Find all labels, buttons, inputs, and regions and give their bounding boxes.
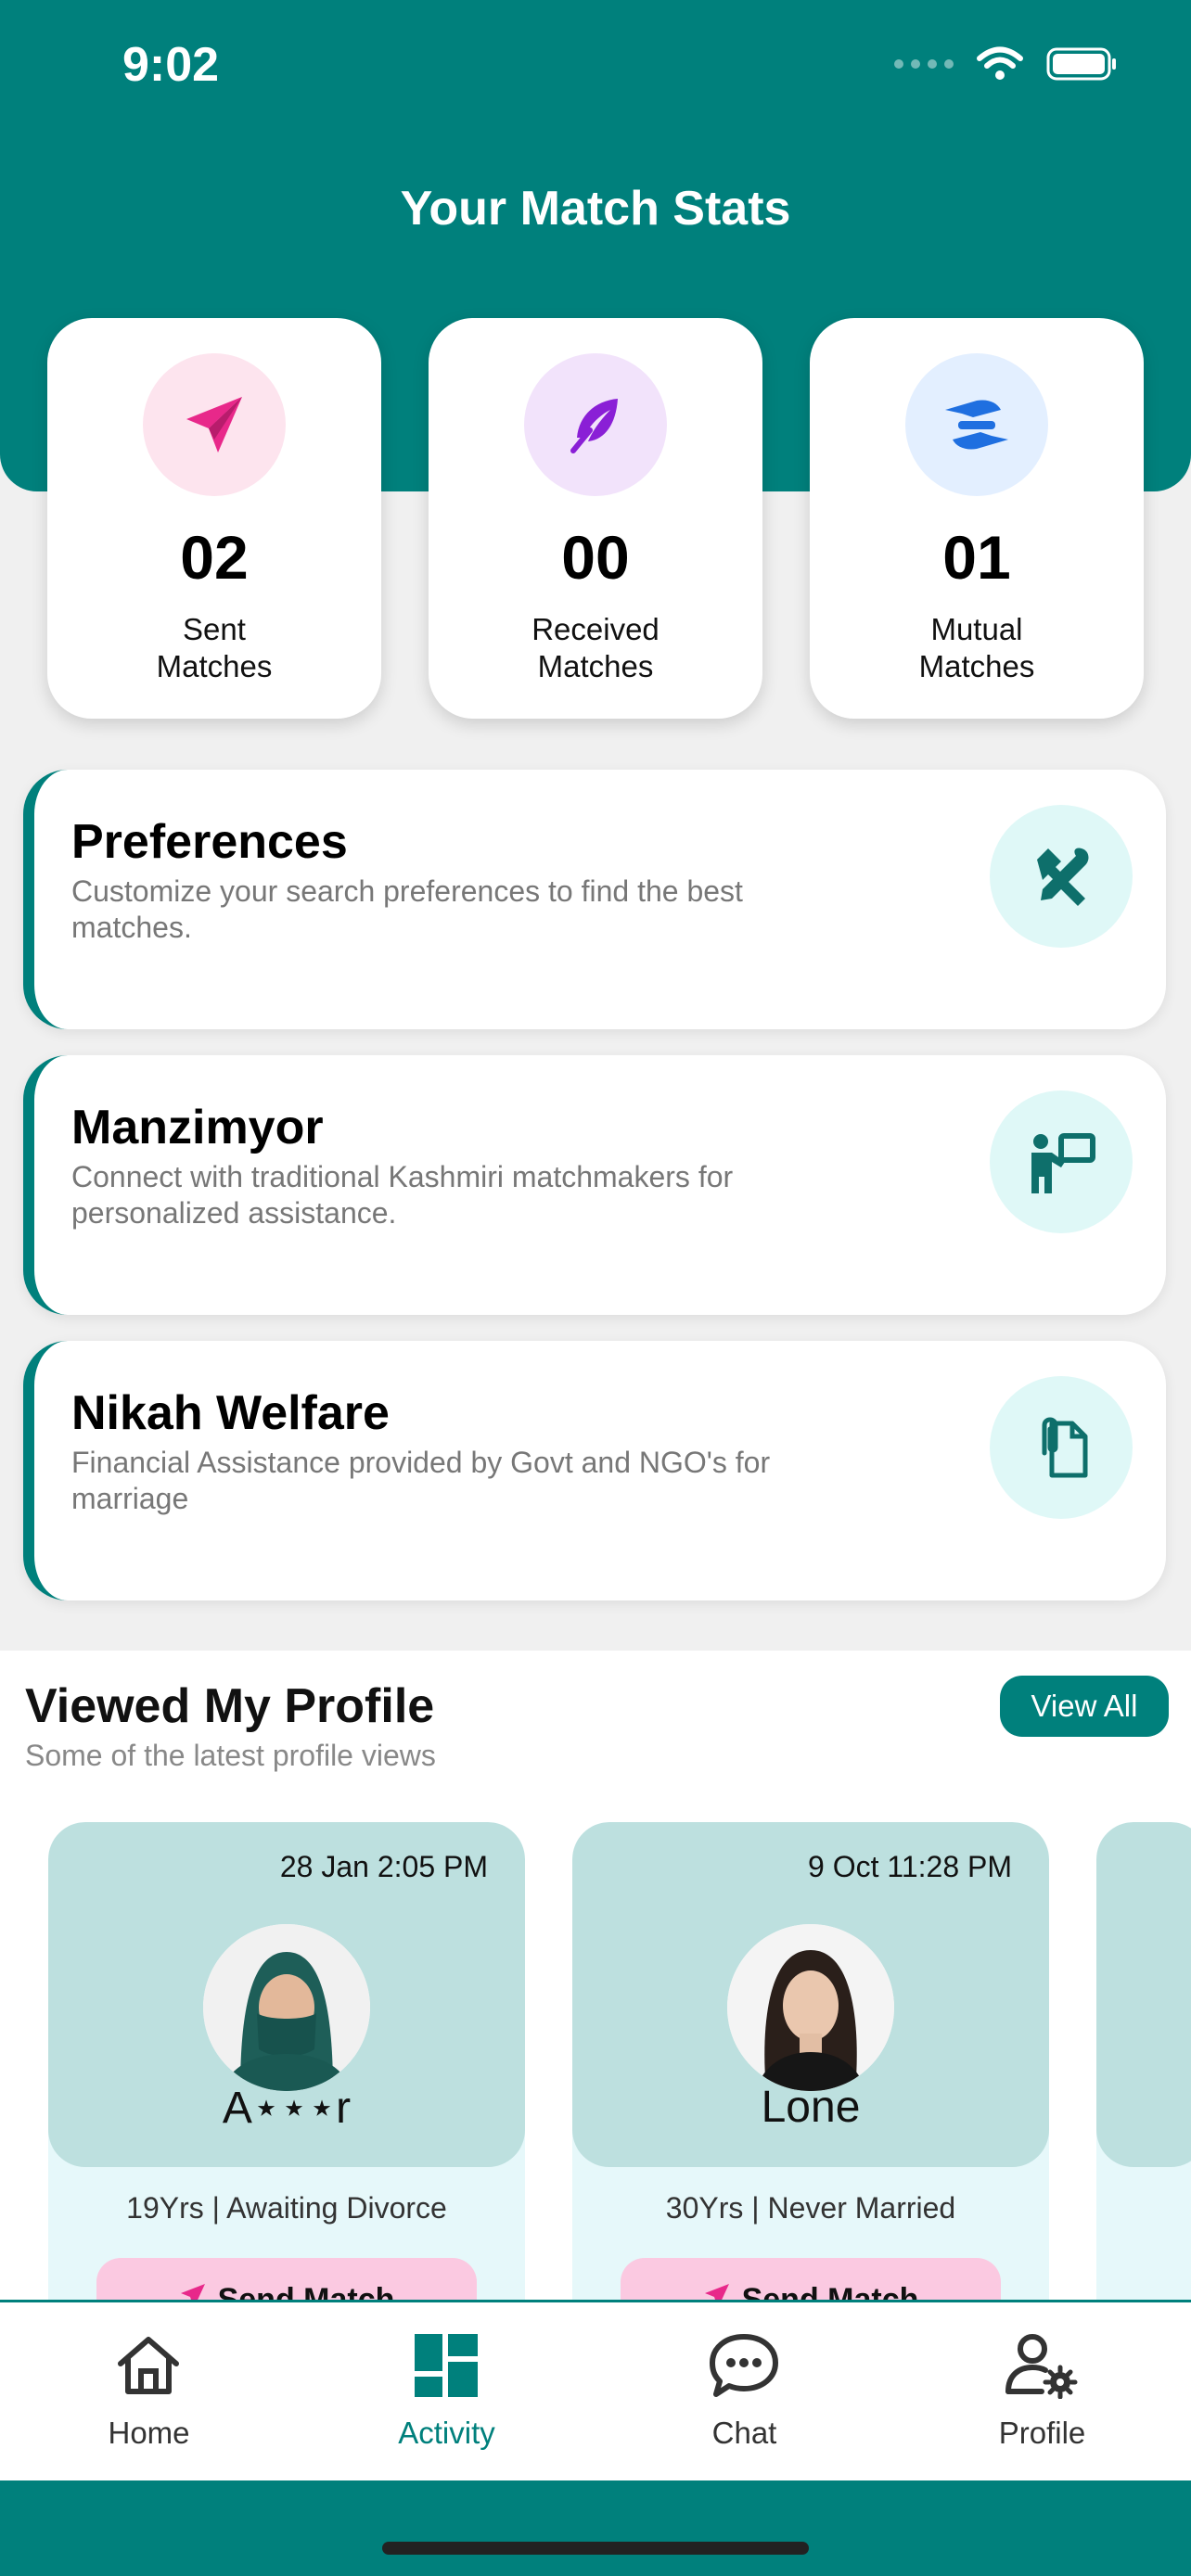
sent-matches-card[interactable]: 02 Sent Matches xyxy=(47,318,381,719)
manzimyor-card[interactable]: Manzimyor Connect with traditional Kashm… xyxy=(23,1055,1166,1315)
received-matches-card[interactable]: 00 Received Matches xyxy=(429,318,762,719)
home-indicator[interactable] xyxy=(382,2542,809,2555)
feather-icon xyxy=(524,353,667,496)
handshake-icon xyxy=(905,353,1048,496)
chat-bubble-icon xyxy=(698,2328,790,2403)
profile-name: A⋆⋆⋆r xyxy=(222,2084,352,2133)
nikah-welfare-description: Financial Assistance provided by Govt an… xyxy=(71,1446,771,1515)
nikah-welfare-card[interactable]: Nikah Welfare Financial Assistance provi… xyxy=(23,1341,1166,1600)
view-all-button[interactable]: View All xyxy=(1000,1676,1169,1737)
tools-icon xyxy=(990,805,1133,948)
profile-info: 30Yrs | Never Married xyxy=(665,2191,956,2225)
home-icon xyxy=(102,2328,195,2403)
profile-card-header: 28 Jan 2:05 PM A⋆⋆⋆r xyxy=(48,1822,525,2167)
received-matches-value: 00 xyxy=(561,523,630,592)
viewed-profile-title: Viewed My Profile xyxy=(25,1679,435,1733)
profile-name: Lone xyxy=(761,2083,861,2132)
manzimyor-description: Connect with traditional Kashmiri matchm… xyxy=(71,1160,734,1230)
mutual-matches-card[interactable]: 01 Mutual Matches xyxy=(810,318,1144,719)
tab-home-label: Home xyxy=(108,2416,190,2450)
status-icons xyxy=(894,46,1119,82)
profile-view-date: 9 Oct 11:28 PM xyxy=(808,1850,1012,1883)
status-time: 9:02 xyxy=(122,38,220,92)
profile-card[interactable]: 9 Oct 11:28 PM Lone 30Yrs | Never Marrie… xyxy=(572,1822,1049,2341)
signal-icon xyxy=(894,59,954,69)
dashboard-icon xyxy=(400,2328,493,2403)
sent-matches-value: 02 xyxy=(180,523,249,592)
manzimyor-title: Manzimyor xyxy=(71,1101,324,1154)
profile-info: 19Yrs | Awaiting Divorce xyxy=(126,2191,447,2225)
tab-home[interactable]: Home xyxy=(0,2302,298,2483)
preferences-description: Customize your search preferences to fin… xyxy=(71,874,743,944)
mutual-matches-label: Mutual Matches xyxy=(918,612,1035,683)
tab-activity[interactable]: Activity xyxy=(298,2302,596,2483)
document-clip-icon xyxy=(990,1376,1133,1519)
preferences-card[interactable]: Preferences Customize your search prefer… xyxy=(23,770,1166,1029)
profile-card-partial[interactable] xyxy=(1096,1822,1191,2341)
nikah-welfare-title: Nikah Welfare xyxy=(71,1386,390,1440)
avatar xyxy=(203,1924,370,2091)
tab-chat-label: Chat xyxy=(711,2416,777,2450)
page-title: Your Match Stats xyxy=(400,182,791,236)
presenter-icon xyxy=(990,1090,1133,1233)
tab-profile[interactable]: Profile xyxy=(893,2302,1191,2483)
preferences-title: Preferences xyxy=(71,815,348,869)
avatar xyxy=(727,1924,894,2091)
tab-chat[interactable]: Chat xyxy=(596,2302,893,2483)
received-matches-label: Received Matches xyxy=(531,612,660,683)
status-bar: 9:02 xyxy=(0,0,1191,139)
tab-profile-label: Profile xyxy=(998,2416,1086,2450)
user-settings-icon xyxy=(995,2328,1088,2403)
profile-card[interactable]: 28 Jan 2:05 PM A⋆⋆⋆r 19Yrs | Awaiting Di… xyxy=(48,1822,525,2341)
tab-activity-label: Activity xyxy=(398,2416,495,2450)
battery-icon xyxy=(1046,47,1116,81)
viewed-profile-subtitle: Some of the latest profile views xyxy=(25,1739,436,1772)
mutual-matches-value: 01 xyxy=(942,523,1011,592)
sent-matches-label: Sent Matches xyxy=(156,612,273,683)
bottom-tab-bar: Home Activity Chat Profile xyxy=(0,2300,1191,2480)
home-indicator-area xyxy=(0,2480,1191,2576)
profile-view-date: 28 Jan 2:05 PM xyxy=(279,1850,488,1883)
paper-plane-icon xyxy=(143,353,286,496)
wifi-icon xyxy=(977,46,1023,80)
profile-card-header: 9 Oct 11:28 PM Lone xyxy=(572,1822,1049,2167)
